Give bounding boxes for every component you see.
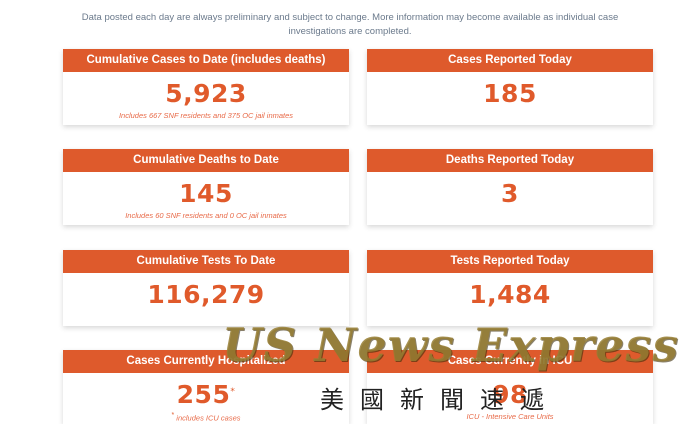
card-note: Includes 667 SNF residents and 375 OC ja… [118,111,294,120]
card-title: Tests Reported Today [367,250,653,273]
card-note: Includes 60 SNF residents and 0 OC jail … [125,211,287,220]
card-title: Cases Reported Today [367,49,653,72]
card-title: Cases Currently Hospitalized [63,350,349,373]
card-value: 255* [63,380,349,410]
card-value: 5,923 [165,79,247,108]
card-value-number: 255 [176,380,231,409]
card-value: 185 [483,79,537,108]
tests-today-card: Tests Reported Today 1,484 [367,250,653,326]
card-title: Cases Currently in ICU [367,350,653,373]
card-title: Deaths Reported Today [367,149,653,172]
card-value: 1,484 [469,280,551,309]
cumulative-deaths-card: Cumulative Deaths to Date 145 Includes 6… [63,149,349,225]
card-value: 116,279 [147,280,265,309]
card-value: 3 [501,179,519,208]
data-disclaimer: Data posted each day are always prelimin… [81,12,619,37]
cases-today-card: Cases Reported Today 185 [367,49,653,125]
card-value: 98 [492,380,528,409]
card-note: * includes ICU cases [63,412,349,423]
card-note: ICU - Intensive Care Units [466,412,554,421]
card-value: 145 [179,179,233,208]
cumulative-tests-card: Cumulative Tests To Date 116,279 [63,250,349,326]
cumulative-cases-card: Cumulative Cases to Date (includes death… [63,49,349,125]
card-title: Cumulative Deaths to Date [63,149,349,172]
card-note-text: includes ICU cases [174,413,241,423]
card-title: Cumulative Cases to Date (includes death… [63,49,349,72]
hospitalized-card: Cases Currently Hospitalized 255* * incl… [63,350,349,424]
deaths-today-card: Deaths Reported Today 3 [367,149,653,225]
icu-card: Cases Currently in ICU 98 ICU - Intensiv… [367,350,653,424]
footnote-marker: * [230,387,236,397]
card-title: Cumulative Tests To Date [63,250,349,273]
